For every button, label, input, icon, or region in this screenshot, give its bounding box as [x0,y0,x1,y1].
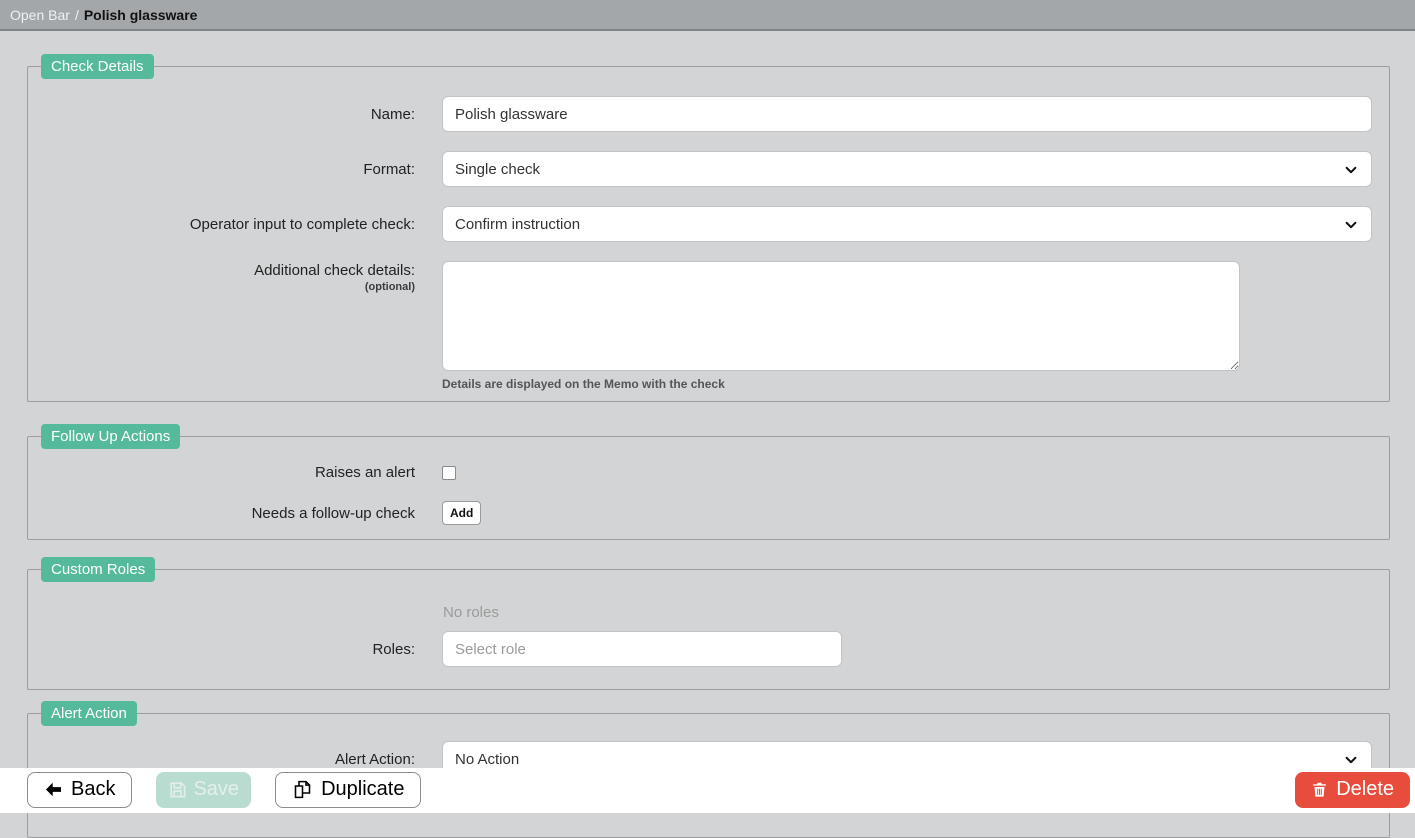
duplicate-icon [292,779,313,800]
format-label: Format: [28,160,415,179]
add-follow-up-button[interactable]: Add [442,501,481,525]
raises-alert-row: Raises an alert [28,463,1389,482]
breadcrumb-current: Polish glassware [84,7,198,23]
chevron-down-icon [1344,218,1358,232]
alert-action-select-value: No Action [455,751,519,768]
roles-row: Roles: [28,631,1389,667]
alert-action-label: Alert Action: [28,750,415,769]
operator-input-select-value: Confirm instruction [455,216,580,233]
optional-hint: (optional) [28,280,415,294]
delete-button-label: Delete [1336,778,1394,801]
roles-select-input[interactable] [442,631,842,667]
name-row: Name: [28,96,1389,132]
follow-up-check-row: Needs a follow-up check Add [28,501,1389,525]
format-select[interactable]: Single check [442,151,1372,187]
check-details-section: Check Details Name: Format: Single check… [27,54,1390,402]
custom-roles-legend: Custom Roles [41,557,155,582]
back-button[interactable]: Back [27,772,132,808]
details-helper-text: Details are displayed on the Memo with t… [442,377,1389,391]
footer-action-bar: Back Save Duplicate Delete [0,768,1415,813]
format-select-value: Single check [455,161,540,178]
follow-up-actions-legend: Follow Up Actions [41,424,180,449]
chevron-down-icon [1344,753,1358,767]
breadcrumb-parent-link[interactable]: Open Bar [10,7,70,23]
trash-icon [1311,781,1328,798]
additional-details-textarea[interactable] [442,261,1240,371]
custom-roles-section: Custom Roles No roles Roles: [27,557,1390,690]
save-icon [168,780,187,799]
name-label: Name: [28,105,415,124]
save-button[interactable]: Save [156,772,251,808]
duplicate-button[interactable]: Duplicate [275,772,421,808]
no-roles-text: No roles [443,604,1389,621]
back-button-label: Back [71,778,115,801]
arrow-left-icon [44,780,63,799]
raises-alert-label: Raises an alert [28,463,415,482]
breadcrumb-separator: / [75,7,79,23]
roles-label: Roles: [28,640,415,659]
chevron-down-icon [1344,163,1358,177]
check-details-legend: Check Details [41,54,154,79]
follow-up-check-label: Needs a follow-up check [28,504,415,523]
name-input[interactable] [442,96,1372,132]
follow-up-actions-section: Follow Up Actions Raises an alert Needs … [27,424,1390,540]
alert-action-legend: Alert Action [41,701,137,726]
format-row: Format: Single check [28,151,1389,187]
operator-input-select[interactable]: Confirm instruction [442,206,1372,242]
additional-details-row: Additional check details: (optional) [28,261,1389,371]
save-button-label: Save [193,778,239,801]
operator-input-row: Operator input to complete check: Confir… [28,206,1389,242]
operator-input-label: Operator input to complete check: [28,215,415,234]
additional-details-label: Additional check details: (optional) [28,261,415,294]
delete-button[interactable]: Delete [1295,772,1410,808]
breadcrumb: Open Bar / Polish glassware [0,0,1415,31]
duplicate-button-label: Duplicate [321,778,404,801]
raises-alert-checkbox[interactable] [442,466,456,480]
